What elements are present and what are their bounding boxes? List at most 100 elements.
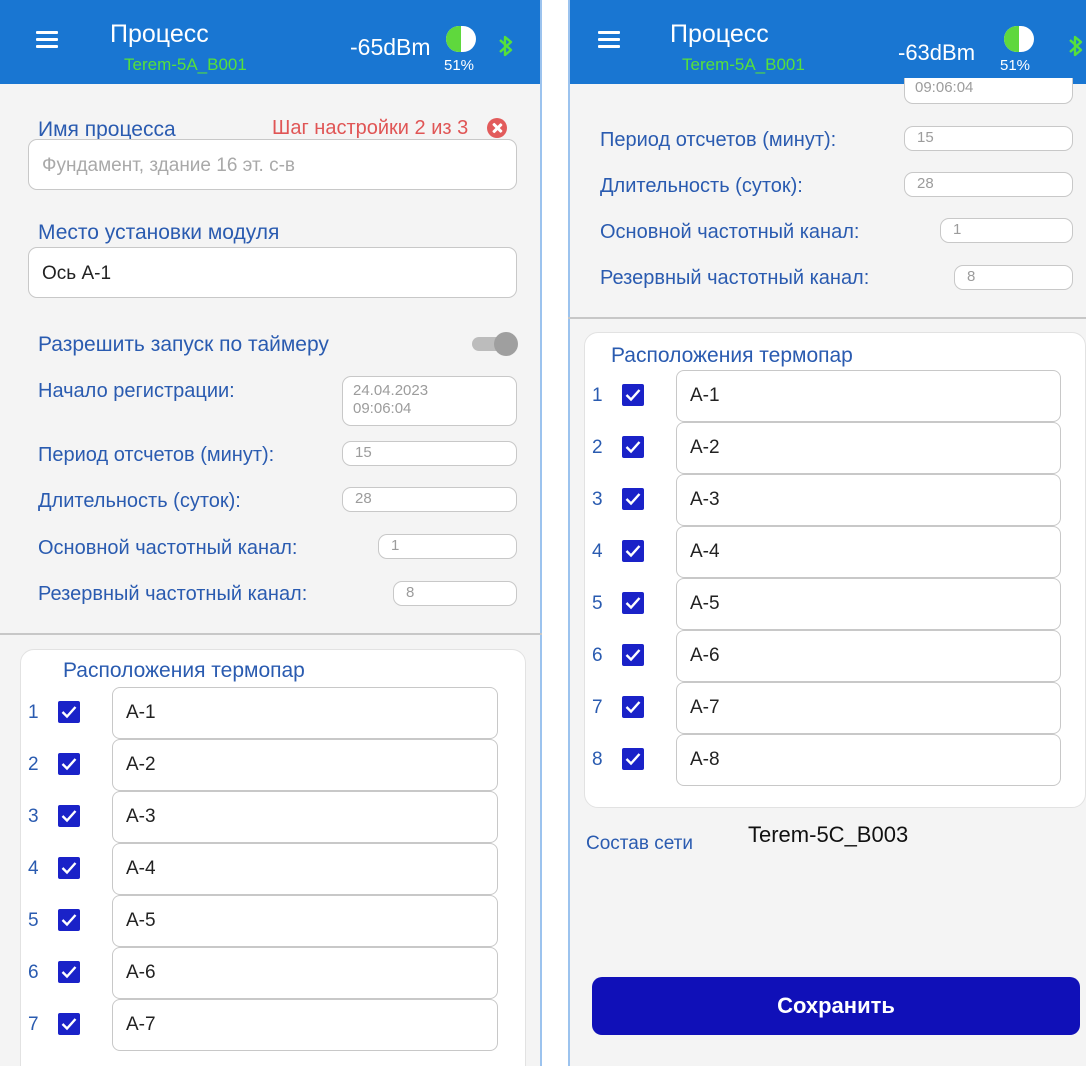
check-icon xyxy=(625,649,641,662)
thermocouple-input[interactable]: А-7 xyxy=(676,682,1061,734)
thermocouple-row: 1 А-1 xyxy=(584,370,1086,422)
thermocouple-value: А-5 xyxy=(690,593,720,614)
device-name: Terem-5A_B001 xyxy=(682,55,805,74)
period-value: 15 xyxy=(917,129,934,146)
thermocouple-input[interactable]: А-6 xyxy=(676,630,1061,682)
menu-icon[interactable] xyxy=(598,31,620,48)
network-label: Состав сети xyxy=(586,833,693,854)
reserve-channel-label: Резервный частотный канал: xyxy=(38,583,308,605)
thermocouple-checkbox[interactable] xyxy=(622,748,644,770)
thermocouple-checkbox[interactable] xyxy=(622,436,644,458)
thermocouple-input[interactable]: А-1 xyxy=(112,687,498,739)
battery-percent: 51% xyxy=(444,57,475,74)
start-datetime-input[interactable]: 09:06:04 xyxy=(904,78,1073,104)
main-channel-input[interactable]: 1 xyxy=(378,534,517,559)
reserve-channel-input[interactable]: 8 xyxy=(393,581,517,606)
check-icon xyxy=(625,545,641,558)
check-icon xyxy=(625,389,641,402)
thermocouple-row: 8 А-8 xyxy=(584,734,1086,786)
signal-strength: -63dBm xyxy=(898,40,976,65)
check-icon xyxy=(61,810,77,823)
menu-icon[interactable] xyxy=(36,31,58,48)
process-form: 09:06:04 Период отсчетов (минут): 15 Дли… xyxy=(568,78,1086,1066)
thermocouple-input[interactable]: А-8 xyxy=(676,734,1061,786)
thermocouple-value: А-1 xyxy=(690,385,720,406)
start-label: Начало регистрации: xyxy=(38,380,235,402)
thermocouple-row: 3 А-3 xyxy=(584,474,1086,526)
thermocouple-input[interactable]: А-2 xyxy=(676,422,1061,474)
main-channel-label: Основной частотный канал: xyxy=(38,537,298,559)
process-name-placeholder: Фундамент, здание 16 эт. с-в xyxy=(42,155,296,176)
duration-input[interactable]: 28 xyxy=(342,487,517,512)
period-input[interactable]: 15 xyxy=(904,126,1073,151)
main-channel-value: 1 xyxy=(391,537,400,554)
period-input[interactable]: 15 xyxy=(342,441,517,466)
thermocouple-input[interactable]: А-5 xyxy=(676,578,1061,630)
thermocouple-row: 6 А-6 xyxy=(584,630,1086,682)
thermocouple-title: Расположения термопар xyxy=(63,659,305,682)
check-icon xyxy=(625,753,641,766)
location-input[interactable]: Ось А-1 xyxy=(28,247,517,298)
save-button[interactable]: Сохранить xyxy=(592,977,1080,1035)
thermocouple-checkbox[interactable] xyxy=(58,961,80,983)
main-channel-input[interactable]: 1 xyxy=(940,218,1073,243)
thermocouple-input[interactable]: А-2 xyxy=(112,739,498,791)
thermocouple-input[interactable]: А-6 xyxy=(112,947,498,999)
thermocouple-row: 7 А-7 xyxy=(20,999,526,1051)
thermocouple-checkbox[interactable] xyxy=(622,592,644,614)
thermocouple-input[interactable]: А-1 xyxy=(676,370,1061,422)
bluetooth-icon xyxy=(1069,35,1083,57)
thermocouple-checkbox[interactable] xyxy=(58,805,80,827)
thermocouple-checkbox[interactable] xyxy=(58,701,80,723)
row-number: 4 xyxy=(592,541,603,562)
row-number: 2 xyxy=(28,754,39,775)
thermocouple-title: Расположения термопар xyxy=(611,344,853,367)
thermocouple-checkbox[interactable] xyxy=(622,488,644,510)
start-time: 09:06:04 xyxy=(915,79,974,96)
thermocouple-input[interactable]: А-7 xyxy=(112,999,498,1051)
step-indicator: Шаг настройки 2 из 3 xyxy=(272,117,469,139)
reserve-channel-value: 8 xyxy=(406,584,415,601)
check-icon xyxy=(625,701,641,714)
thermocouple-checkbox[interactable] xyxy=(622,696,644,718)
thermocouple-input[interactable]: А-5 xyxy=(112,895,498,947)
thermocouple-checkbox[interactable] xyxy=(58,1013,80,1035)
thermocouple-input[interactable]: А-3 xyxy=(112,791,498,843)
section-divider xyxy=(0,633,542,635)
app-title: Процесс xyxy=(110,20,209,48)
thermocouple-checkbox[interactable] xyxy=(622,540,644,562)
reserve-channel-input[interactable]: 8 xyxy=(954,265,1073,290)
check-icon xyxy=(625,441,641,454)
check-icon xyxy=(61,862,77,875)
thermocouple-checkbox[interactable] xyxy=(622,384,644,406)
location-label: Место установки модуля xyxy=(38,221,280,244)
row-number: 6 xyxy=(28,962,39,983)
thermocouple-value: А-7 xyxy=(690,697,720,718)
period-value: 15 xyxy=(355,444,372,461)
close-icon[interactable] xyxy=(487,118,507,138)
section-divider xyxy=(568,317,1086,319)
timer-toggle[interactable] xyxy=(472,332,518,356)
thermocouple-input[interactable]: А-3 xyxy=(676,474,1061,526)
thermocouple-row: 2 А-2 xyxy=(20,739,526,791)
thermocouple-checkbox[interactable] xyxy=(622,644,644,666)
thermocouple-row: 6 А-6 xyxy=(20,947,526,999)
signal-strength: -65dBm xyxy=(350,34,431,60)
check-icon xyxy=(61,914,77,927)
row-number: 1 xyxy=(28,702,39,723)
duration-input[interactable]: 28 xyxy=(904,172,1073,197)
thermocouple-checkbox[interactable] xyxy=(58,857,80,879)
check-icon xyxy=(61,706,77,719)
start-datetime-input[interactable]: 24.04.2023 09:06:04 xyxy=(342,376,517,426)
row-number: 7 xyxy=(28,1014,39,1035)
battery-icon xyxy=(1004,26,1034,52)
row-number: 1 xyxy=(592,385,603,406)
thermocouple-checkbox[interactable] xyxy=(58,909,80,931)
thermocouple-input[interactable]: А-4 xyxy=(676,526,1061,578)
thermocouple-value: А-1 xyxy=(126,702,156,723)
thermocouple-checkbox[interactable] xyxy=(58,753,80,775)
thermocouple-value: А-2 xyxy=(126,754,156,775)
process-name-input[interactable]: Фундамент, здание 16 эт. с-в xyxy=(28,139,517,190)
thermocouple-input[interactable]: А-4 xyxy=(112,843,498,895)
thermocouple-row: 7 А-7 xyxy=(584,682,1086,734)
